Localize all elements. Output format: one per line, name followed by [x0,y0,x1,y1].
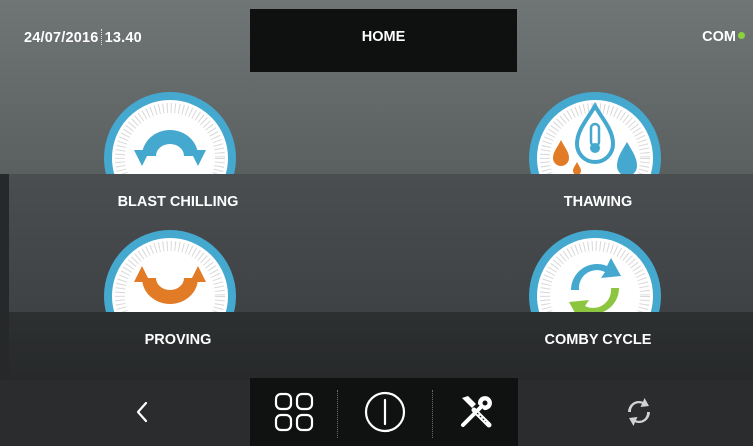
proving-icon [104,230,236,312]
blast-chilling-label[interactable]: BLAST CHILLING [68,194,288,210]
thawing-icon [529,92,661,174]
thawing-label[interactable]: THAWING [488,194,708,210]
connection-status-dot-icon [738,32,745,39]
thawing-button[interactable] [525,88,665,174]
comby-cycle-icon [529,230,661,312]
comby-cycle-label[interactable]: COMBY CYCLE [488,332,708,348]
page-title: HOME [361,29,406,45]
comby-cycle-button[interactable] [525,226,665,312]
blast-chilling-button[interactable] [100,88,240,174]
blast-chilling-icon [104,92,236,174]
tools-button[interactable] [448,384,504,440]
screen: 24/07/2016 13.40 HOME COM BLAST CHILLING … [0,0,753,446]
refresh-button[interactable] [615,384,663,440]
tools-icon [461,396,492,428]
refresh-icon [627,398,651,426]
back-arrow-icon [136,401,148,423]
nav-separator [337,390,338,438]
date: 24/07/2016 [24,30,99,46]
power-icon [364,391,406,433]
menu-button[interactable] [268,384,320,440]
com-status: COM [702,29,745,45]
com-label: COM [702,29,736,45]
grid-menu-icon [274,392,314,432]
proving-button[interactable] [100,226,240,312]
date-time-separator [100,29,103,45]
power-button[interactable] [357,384,413,440]
date-time: 24/07/2016 13.40 [24,29,142,46]
back-button[interactable] [120,384,164,440]
home-tab[interactable]: HOME [250,9,517,72]
nav-separator [432,390,433,438]
proving-label[interactable]: PROVING [68,332,288,348]
time: 13.40 [104,30,142,46]
